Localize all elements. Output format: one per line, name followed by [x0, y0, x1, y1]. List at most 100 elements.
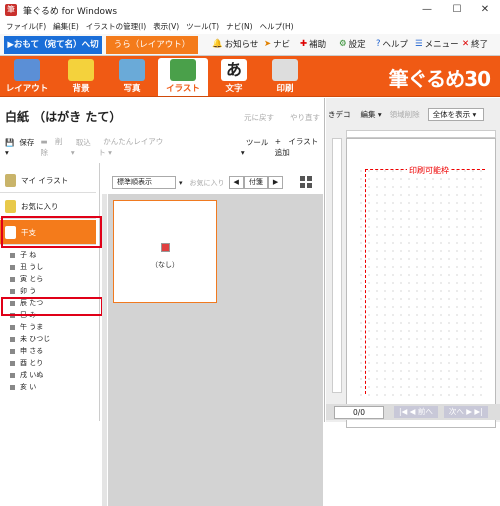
navi-button[interactable]: ➤ ナビ	[264, 38, 290, 50]
import-button[interactable]: 取込 ▾	[71, 137, 93, 157]
exit-button[interactable]: ✕ 終了	[462, 38, 488, 50]
sort-dropdown-icon[interactable]: ▾	[179, 179, 183, 187]
print-area-frame	[365, 169, 485, 394]
minimize-button[interactable]: —	[412, 0, 442, 20]
help-button[interactable]: ? ヘルプ	[376, 38, 408, 50]
eto-item[interactable]: 未 ひつじ	[0, 333, 96, 345]
eto-item-icon	[10, 288, 15, 294]
next-page-button[interactable]: 次へ ▶ ▶|	[443, 406, 488, 418]
eto-item[interactable]: 午 うま	[0, 321, 96, 333]
horizontal-ruler	[346, 130, 496, 138]
eto-item-label: 申 さる	[20, 347, 44, 355]
mode-bar: ▶おもて（宛て名）へ切替 うら（レイアウト） 🔔お知らせ ➤ナビ ✚補助 ⚙設定…	[0, 34, 500, 68]
eto-item-icon	[10, 348, 15, 354]
eto-item[interactable]: 卯 う	[0, 285, 96, 297]
hosoku-button[interactable]: ✚ 補助	[300, 38, 326, 50]
eto-item-label: 寅 とら	[20, 275, 44, 283]
maximize-button[interactable]: ☐	[442, 0, 472, 20]
front-mode-button[interactable]: ▶おもて（宛て名）へ切替	[4, 36, 102, 68]
delete-button[interactable]: ▬ 削除	[40, 136, 65, 158]
redo-button[interactable]: やり直す	[290, 112, 320, 123]
eto-item-label: 丑 うし	[20, 263, 44, 271]
menu-file[interactable]: ファイル(F)	[6, 21, 46, 32]
save-button[interactable]: 💾 保存 ▾	[5, 137, 35, 157]
eto-list: 子 ね丑 うし寅 とら卯 う辰 たつ巳 み午 うま未 ひつじ申 さる酉 とり戌 …	[0, 249, 96, 393]
postcard-preview[interactable]: 印刷可能枠	[346, 138, 496, 428]
eto-item[interactable]: 申 さる	[0, 345, 96, 357]
eto-item[interactable]: 戌 いぬ	[0, 369, 96, 381]
grid-scrollbar[interactable]	[102, 194, 107, 506]
ribbon-illust[interactable]: イラスト	[158, 58, 208, 96]
card-label: （なし）	[151, 261, 179, 269]
undo-button[interactable]: 元に戻す	[244, 112, 274, 123]
preview-toolbar: きデコ 編集 ▾ 領域削除 全体を表示 ▾	[326, 108, 500, 121]
eto-item[interactable]: 丑 うし	[0, 261, 96, 273]
menu-edit[interactable]: 編集(E)	[53, 21, 79, 32]
tool-menu[interactable]: ツール ▾	[241, 137, 270, 157]
back-mode-tab[interactable]: うら（レイアウト）	[106, 36, 198, 54]
menu-navi[interactable]: ナビ(N)	[226, 21, 252, 32]
add-illust-button[interactable]: + イラスト追加	[275, 136, 325, 158]
menu-help[interactable]: ヘルプ(H)	[260, 21, 294, 32]
highlight-eto	[1, 216, 102, 248]
highlight-tatsu	[1, 297, 103, 316]
tag-button[interactable]: 付箋	[243, 176, 268, 189]
ribbon-text[interactable]: あ文字	[209, 58, 259, 96]
eto-item-icon	[10, 264, 15, 270]
edit-menu[interactable]: 編集 ▾	[361, 109, 382, 120]
settings-button[interactable]: ⚙ 設定	[339, 38, 366, 50]
range-delete-button[interactable]: 領域削除	[390, 109, 420, 120]
eto-item-icon	[10, 276, 15, 282]
grid-view-icon[interactable]	[300, 176, 312, 188]
eto-item-label: 亥 い	[20, 383, 37, 391]
eto-item-icon	[10, 384, 15, 390]
deco-tab[interactable]: きデコ	[328, 109, 351, 120]
ribbon-background[interactable]: 背景	[56, 58, 106, 96]
sort-select[interactable]: 標準順表示	[112, 176, 176, 189]
eto-item-label: 卯 う	[20, 287, 37, 295]
easy-layout-button[interactable]: かんたんレイアウト ▾	[98, 136, 166, 158]
eto-item-label: 子 ね	[20, 251, 37, 259]
eto-item-label: 酉 とり	[20, 359, 44, 367]
eto-item-icon	[10, 372, 15, 378]
eto-item[interactable]: 亥 い	[0, 381, 96, 393]
ribbon-layout[interactable]: レイアウト	[2, 58, 52, 96]
placeholder-icon	[160, 243, 170, 252]
filter-bar: 標準順表示 ▾ お気に入り ◀ 付箋 ▶	[112, 176, 284, 189]
prev-page-button[interactable]: |◀ ◀ 前へ	[394, 406, 438, 418]
eto-item-label: 午 うま	[20, 323, 44, 331]
eto-item[interactable]: 子 ね	[0, 249, 96, 261]
news-button[interactable]: 🔔 お知らせ	[212, 38, 258, 50]
window-title: 筆ぐるめ for Windows	[23, 6, 118, 17]
doc-title: 白紙 （はがき たて）	[5, 110, 122, 124]
next-tag-button[interactable]: ▶	[267, 176, 284, 189]
eto-item-label: 戌 いぬ	[20, 371, 44, 379]
eto-item[interactable]: 寅 とら	[0, 273, 96, 285]
category-my-illust[interactable]: マイ イラスト	[0, 168, 96, 193]
vertical-ruler	[332, 138, 342, 393]
eto-item[interactable]: 酉 とり	[0, 357, 96, 369]
favorites-filter[interactable]: お気に入り	[190, 178, 225, 188]
illust-grid: （なし）	[108, 194, 323, 506]
close-button[interactable]: ✕	[470, 0, 500, 20]
menu-view[interactable]: 表示(V)	[153, 21, 179, 32]
ribbon-photo[interactable]: 写真	[107, 58, 157, 96]
prev-tag-button[interactable]: ◀	[228, 176, 244, 189]
ribbon-print[interactable]: 印刷	[260, 58, 310, 96]
menu-button[interactable]: ☰ メニュー	[415, 38, 459, 50]
zoom-select[interactable]: 全体を表示 ▾	[427, 108, 484, 121]
illust-card[interactable]: （なし）	[113, 200, 217, 303]
left-pane: 白紙 （はがき たて） 元に戻す やり直す 💾 保存 ▾ ▬ 削除 取込 ▾ かん…	[0, 98, 325, 506]
menu-tool[interactable]: ツール(T)	[186, 21, 219, 32]
menu-bar: ファイル(F) 編集(E) イラストの管理(I) 表示(V) ツール(T) ナビ…	[0, 19, 500, 33]
eto-item-icon	[10, 252, 15, 258]
eto-item-label: 未 ひつじ	[20, 335, 51, 343]
page-status-bar: 0/0 |◀ ◀ 前へ 次へ ▶ ▶|	[326, 404, 500, 420]
app-icon: 筆	[5, 4, 17, 16]
page-counter: 0/0	[334, 405, 384, 419]
eto-item-icon	[10, 360, 15, 366]
brand-logo: 筆ぐるめ30	[388, 67, 491, 91]
menu-illust[interactable]: イラストの管理(I)	[86, 21, 146, 32]
print-area-label: 印刷可能枠	[407, 165, 451, 176]
eto-item-icon	[10, 336, 15, 342]
